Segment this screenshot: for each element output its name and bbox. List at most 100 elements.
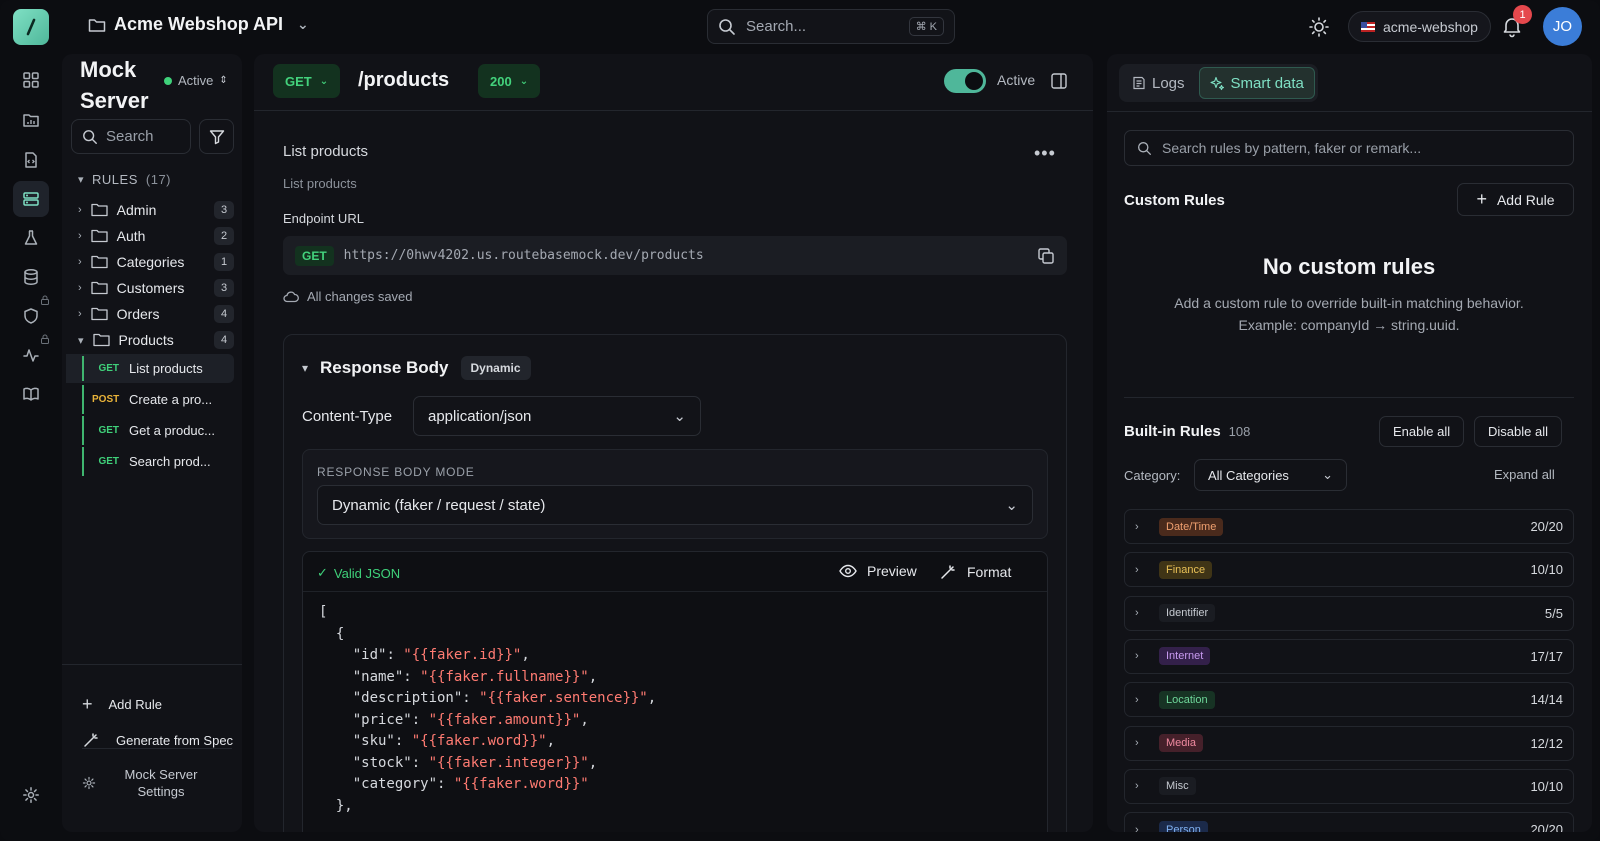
folder-auth[interactable]: › Auth 2 (78, 224, 238, 248)
file-code-icon[interactable] (13, 142, 49, 178)
builtin-category-row[interactable]: › Finance 10/10 (1124, 552, 1574, 588)
endpoint-list-products[interactable]: GET List products (66, 354, 234, 383)
category-tag: Internet (1159, 647, 1211, 666)
book-icon[interactable] (13, 376, 49, 412)
response-body-card: ▾ Response Body Dynamic Content-Type app… (283, 334, 1067, 832)
generate-from-spec-button[interactable]: Generate from Spec (82, 731, 233, 749)
rules-search-input[interactable]: Search (71, 119, 191, 154)
folder-icon (91, 307, 108, 321)
server-icon[interactable] (13, 181, 49, 217)
settings-label: Mock Server Settings (124, 767, 198, 799)
chevron-right-icon: › (1135, 650, 1139, 663)
more-options-icon[interactable]: ••• (1034, 143, 1056, 164)
endpoint-create-product[interactable]: POST Create a pro... (82, 385, 234, 414)
add-rule-label: Add Rule (108, 697, 162, 712)
add-custom-rule-button[interactable]: + Add Rule (1457, 183, 1574, 216)
content-type-select[interactable]: application/json ⌄ (413, 396, 701, 436)
builtin-category-row[interactable]: › Location 14/14 (1124, 682, 1574, 718)
workspace-switcher[interactable]: acme-webshop (1348, 11, 1491, 42)
disable-all-button[interactable]: Disable all (1474, 416, 1562, 447)
endpoint-url: https://0hwv4202.us.routebasemock.dev/pr… (343, 248, 704, 263)
flag-icon (1361, 21, 1375, 32)
endpoint-get-product[interactable]: GET Get a produc... (82, 416, 234, 445)
response-body-mode-section: RESPONSE BODY MODE Dynamic (faker / requ… (302, 449, 1048, 539)
notification-badge: 1 (1513, 5, 1532, 24)
toggle-panel-icon[interactable] (1050, 72, 1068, 90)
endpoint-description[interactable]: List products (283, 176, 357, 191)
folder-products[interactable]: ▾ Products 4 (78, 328, 238, 352)
eye-icon (839, 564, 857, 578)
chevron-right-icon: › (1135, 780, 1139, 793)
server-status[interactable]: Active ⇕ (164, 73, 228, 88)
mock-server-settings-button[interactable]: Mock Server Settings (82, 766, 206, 800)
endpoint-path[interactable]: /products (358, 69, 449, 92)
copy-icon[interactable] (1037, 247, 1055, 265)
endpoint-name[interactable]: List products (283, 143, 368, 160)
right-panel-tabs: Logs Smart data (1119, 64, 1318, 102)
filter-button[interactable] (199, 119, 234, 154)
method-select[interactable]: GET ⌄ (273, 64, 341, 98)
app-window: Acme Webshop API ⌄ Search... ⌘ K acme-we… (0, 0, 1600, 841)
endpoint-search-products[interactable]: GET Search prod... (82, 447, 234, 476)
method-badge: GET (98, 456, 119, 467)
folder-admin[interactable]: › Admin 3 (78, 198, 238, 222)
global-search[interactable]: Search... ⌘ K (707, 9, 955, 44)
preview-button[interactable]: Preview (839, 563, 917, 579)
app-logo[interactable] (13, 9, 49, 45)
code-sep: , (546, 733, 556, 749)
theme-toggle-sun-icon[interactable] (1308, 16, 1330, 38)
rules-pattern-search[interactable]: Search rules by pattern, faker or remark… (1124, 130, 1574, 166)
folder-customers[interactable]: › Customers 3 (78, 276, 238, 300)
cloud-icon (283, 290, 299, 302)
content-type-label: Content-Type (302, 408, 393, 425)
chevron-down-icon: ▾ (78, 174, 85, 186)
rules-section-header[interactable]: ▾ RULES (17) (78, 172, 171, 187)
json-editor[interactable]: ✓ Valid JSON Preview Format [ { "id": "{… (302, 551, 1048, 832)
endpoint-url-label: Endpoint URL (283, 211, 364, 226)
search-shortcut: ⌘ K (908, 17, 944, 36)
builtin-category-row[interactable]: › Date/Time 20/20 (1124, 509, 1574, 544)
logs-icon (1133, 76, 1145, 90)
active-toggle[interactable] (944, 69, 986, 93)
status-code-select[interactable]: 200 ⌄ (478, 64, 541, 98)
format-button[interactable]: Format (939, 563, 1011, 581)
add-rule-button[interactable]: + Add Rule (82, 694, 162, 715)
gear-icon[interactable] (13, 777, 49, 813)
code-value: "{{faker.integer}}" (428, 754, 589, 771)
folder-count: 3 (214, 201, 234, 219)
tab-logs-label: Logs (1152, 74, 1185, 92)
builtin-category-row[interactable]: › Internet 17/17 (1124, 638, 1574, 674)
category-select[interactable]: All Categories ⌄ (1194, 459, 1347, 491)
tab-smart-data[interactable]: Smart data (1198, 67, 1315, 99)
expand-all-button[interactable]: Expand all (1494, 467, 1555, 482)
json-code[interactable]: [ { "id": "{{faker.id}}", "name": "{{fak… (319, 602, 656, 817)
project-name: Acme Webshop API (114, 14, 284, 34)
project-switcher[interactable]: Acme Webshop API ⌄ (88, 14, 309, 35)
enable-all-button[interactable]: Enable all (1379, 416, 1465, 447)
smart-data-panel: Logs Smart data Search rules by pattern,… (1107, 54, 1592, 832)
tab-logs[interactable]: Logs (1122, 67, 1195, 99)
flask-icon[interactable] (13, 220, 49, 256)
database-icon[interactable] (13, 259, 49, 295)
category-count: 5/5 (1544, 605, 1563, 621)
folder-chart-icon[interactable] (13, 102, 49, 138)
response-body-mode-select[interactable]: Dynamic (faker / request / state) ⌄ (317, 485, 1033, 525)
code-value: "{{faker.sentence}}" (479, 690, 648, 706)
builtin-category-row[interactable]: › Person 20/20 (1124, 812, 1574, 832)
code-sep: , (521, 647, 530, 663)
response-body-header[interactable]: ▾ Response Body Dynamic (302, 356, 531, 380)
dashboard-icon[interactable] (13, 62, 49, 98)
folder-categories[interactable]: › Categories 1 (78, 250, 238, 274)
custom-rules-title: Custom Rules (1124, 192, 1225, 209)
folder-icon (91, 203, 108, 217)
code-value: "{{faker.fullname}}" (420, 668, 589, 685)
nav-rail (0, 54, 62, 841)
builtin-category-row[interactable]: › Identifier 5/5 (1124, 595, 1574, 631)
endpoint-editor: GET ⌄ /products 200 ⌄ Active List produc… (254, 54, 1093, 832)
folder-orders[interactable]: › Orders 4 (78, 302, 238, 326)
avatar[interactable]: JO (1543, 7, 1582, 46)
rules-count: (17) (145, 172, 172, 187)
builtin-category-row[interactable]: › Misc 10/10 (1124, 768, 1574, 804)
divider (1124, 397, 1574, 398)
builtin-category-row[interactable]: › Media 12/12 (1124, 725, 1574, 761)
